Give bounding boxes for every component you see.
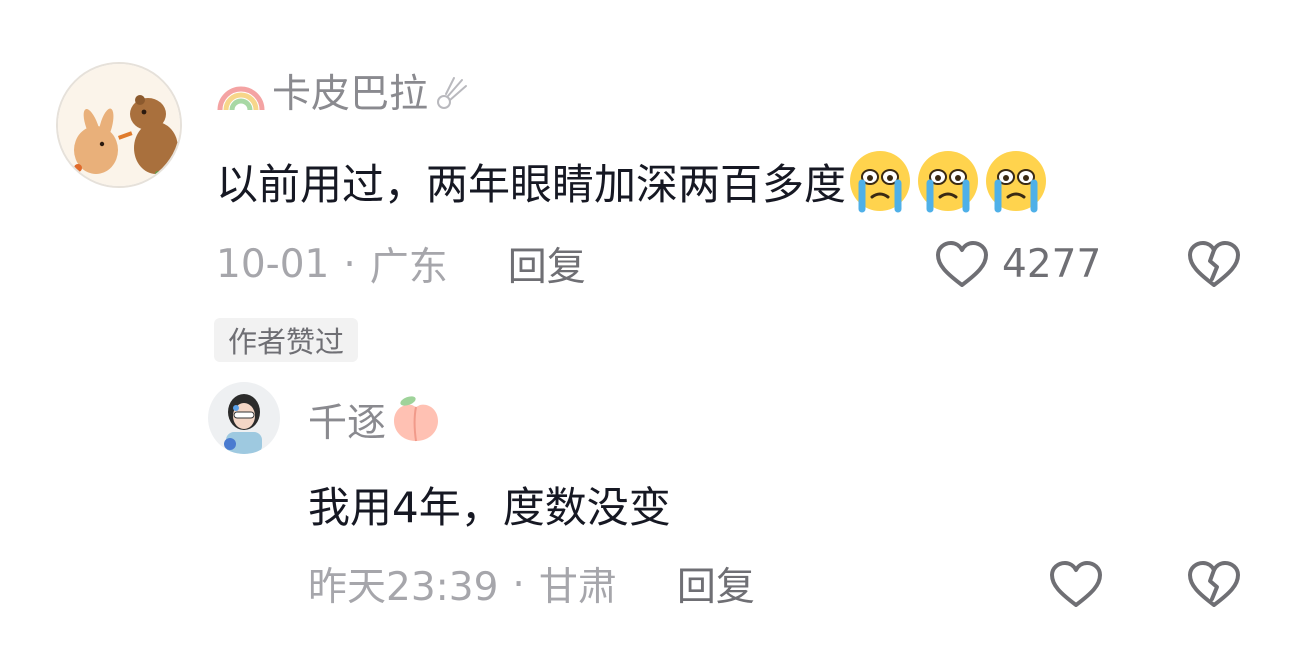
reply-location: 甘肃	[538, 565, 617, 610]
reply-body: 我用4年，度数没变	[308, 482, 671, 532]
crying-face-icon	[850, 151, 911, 213]
meta-separator: ·	[512, 561, 525, 607]
comment-body: 以前用过，两年眼睛加深两百多度	[216, 159, 847, 209]
comment-location: 广东	[369, 245, 448, 290]
reply-dislike-button[interactable]	[1186, 556, 1242, 612]
reply-avatar[interactable]	[208, 382, 280, 454]
reply-username[interactable]: 千逐	[308, 392, 386, 448]
reply-like-button[interactable]	[1048, 556, 1104, 612]
heart-icon	[1050, 561, 1102, 607]
comment-date: 10-01	[216, 241, 330, 287]
crying-face-icon	[986, 151, 1047, 213]
username[interactable]: 卡皮巴拉	[272, 75, 428, 114]
avatar[interactable]	[56, 62, 182, 188]
like-button[interactable]: 4277	[934, 236, 1101, 292]
heart-icon	[936, 241, 988, 287]
comet-icon	[437, 77, 468, 109]
broken-heart-icon	[1188, 241, 1240, 287]
reply-reply-button[interactable]: 回复	[677, 556, 755, 612]
like-count: 4277	[1002, 241, 1102, 287]
dislike-button[interactable]	[1186, 236, 1242, 292]
emoji-group	[846, 147, 1050, 215]
comment-text: 以前用过，两年眼睛加深两百多度	[216, 146, 1050, 216]
reply-username-row[interactable]: 千逐	[308, 392, 442, 448]
reply-meta: 昨天23:39 · 甘肃 回复	[308, 556, 755, 612]
meta-separator: ·	[343, 241, 356, 287]
crying-face-icon	[918, 151, 979, 213]
comment-meta: 10-01 · 广东 回复	[216, 236, 586, 292]
username-row[interactable]: 卡皮巴拉	[216, 66, 468, 122]
author-liked-badge: 作者赞过	[214, 318, 359, 362]
rainbow-icon	[217, 86, 265, 111]
reply-button[interactable]: 回复	[508, 236, 586, 292]
reply-text: 我用4年，度数没变	[308, 470, 671, 538]
author-liked-label: 作者赞过	[228, 325, 345, 359]
broken-heart-icon	[1188, 561, 1240, 607]
peach-icon	[394, 396, 439, 442]
reply-date: 昨天23:39	[308, 565, 499, 610]
